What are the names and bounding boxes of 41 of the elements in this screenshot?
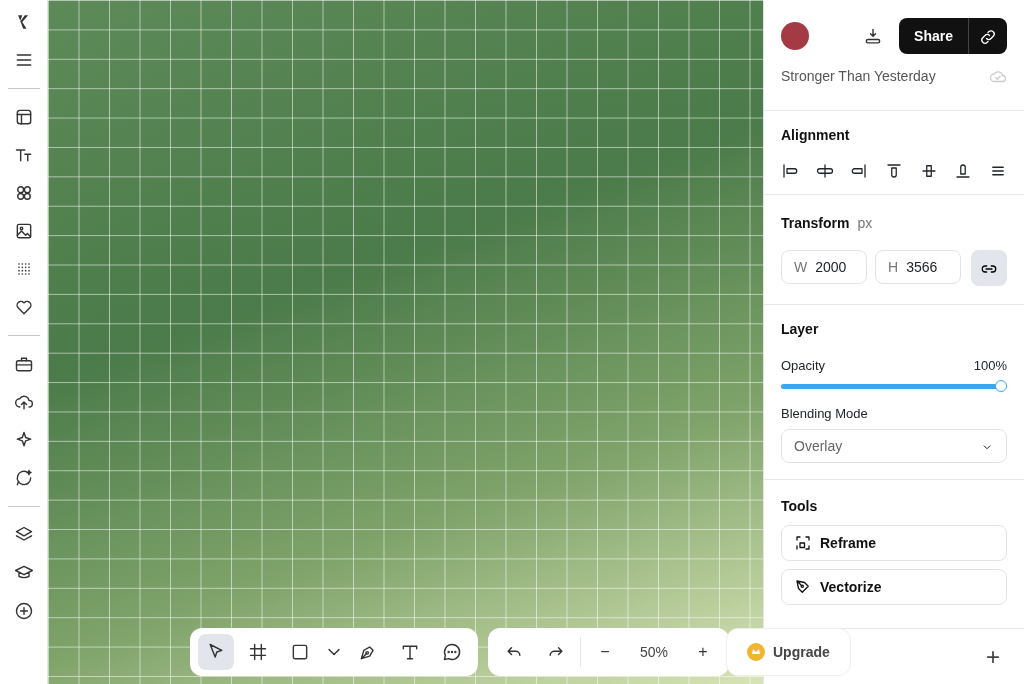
link-icon — [979, 27, 997, 46]
tool-button[interactable]: Vectorize — [781, 569, 1007, 605]
tool-button[interactable]: Reframe — [781, 525, 1007, 561]
square-icon — [290, 642, 310, 662]
comment-icon — [442, 642, 462, 662]
blending-label: Blending Mode — [781, 404, 869, 423]
opacity-label: Opacity — [781, 357, 826, 375]
avatar[interactable] — [781, 22, 809, 50]
section-title: Layer — [781, 320, 820, 339]
pen-nib-icon — [794, 578, 812, 596]
opacity-slider[interactable] — [781, 379, 1007, 392]
dimension-field[interactable]: H 3566 — [875, 250, 961, 284]
reframe-icon — [794, 534, 812, 552]
crown-icon — [747, 643, 765, 661]
text-icon — [400, 642, 420, 662]
align-right-icon[interactable] — [850, 162, 869, 180]
field-label: W — [794, 257, 808, 277]
briefcase-icon[interactable] — [13, 354, 34, 374]
zoom-level: 50% — [639, 642, 669, 662]
blend-mode-select[interactable]: Overlay — [781, 429, 1007, 463]
section-title: Tools — [781, 497, 819, 516]
zoom-in-button[interactable]: + — [685, 634, 721, 670]
lock-ratio-button[interactable] — [971, 250, 1007, 286]
add-button[interactable]: + — [980, 637, 1006, 676]
add-circle-icon[interactable] — [13, 601, 34, 621]
field-label: H — [888, 257, 899, 277]
field-value: 3566 — [906, 257, 938, 277]
upgrade-button[interactable]: Upgrade — [726, 628, 851, 676]
select-tool[interactable] — [198, 634, 234, 670]
dimension-field[interactable]: W 2000 — [781, 250, 867, 284]
opacity-value: 100% — [973, 357, 1007, 375]
section-title: Alignment — [781, 126, 851, 145]
project-title: Stronger Than Yesterday — [781, 66, 936, 86]
unit-label: px — [857, 214, 873, 233]
frame-icon — [248, 642, 268, 662]
zoom-out-button[interactable]: − — [587, 634, 623, 670]
field-value: 2000 — [815, 257, 847, 277]
align-center-icon[interactable] — [815, 162, 834, 180]
align-left-icon[interactable] — [781, 162, 799, 180]
slider-thumb[interactable] — [995, 379, 1007, 392]
section-title: Transform — [781, 214, 850, 233]
